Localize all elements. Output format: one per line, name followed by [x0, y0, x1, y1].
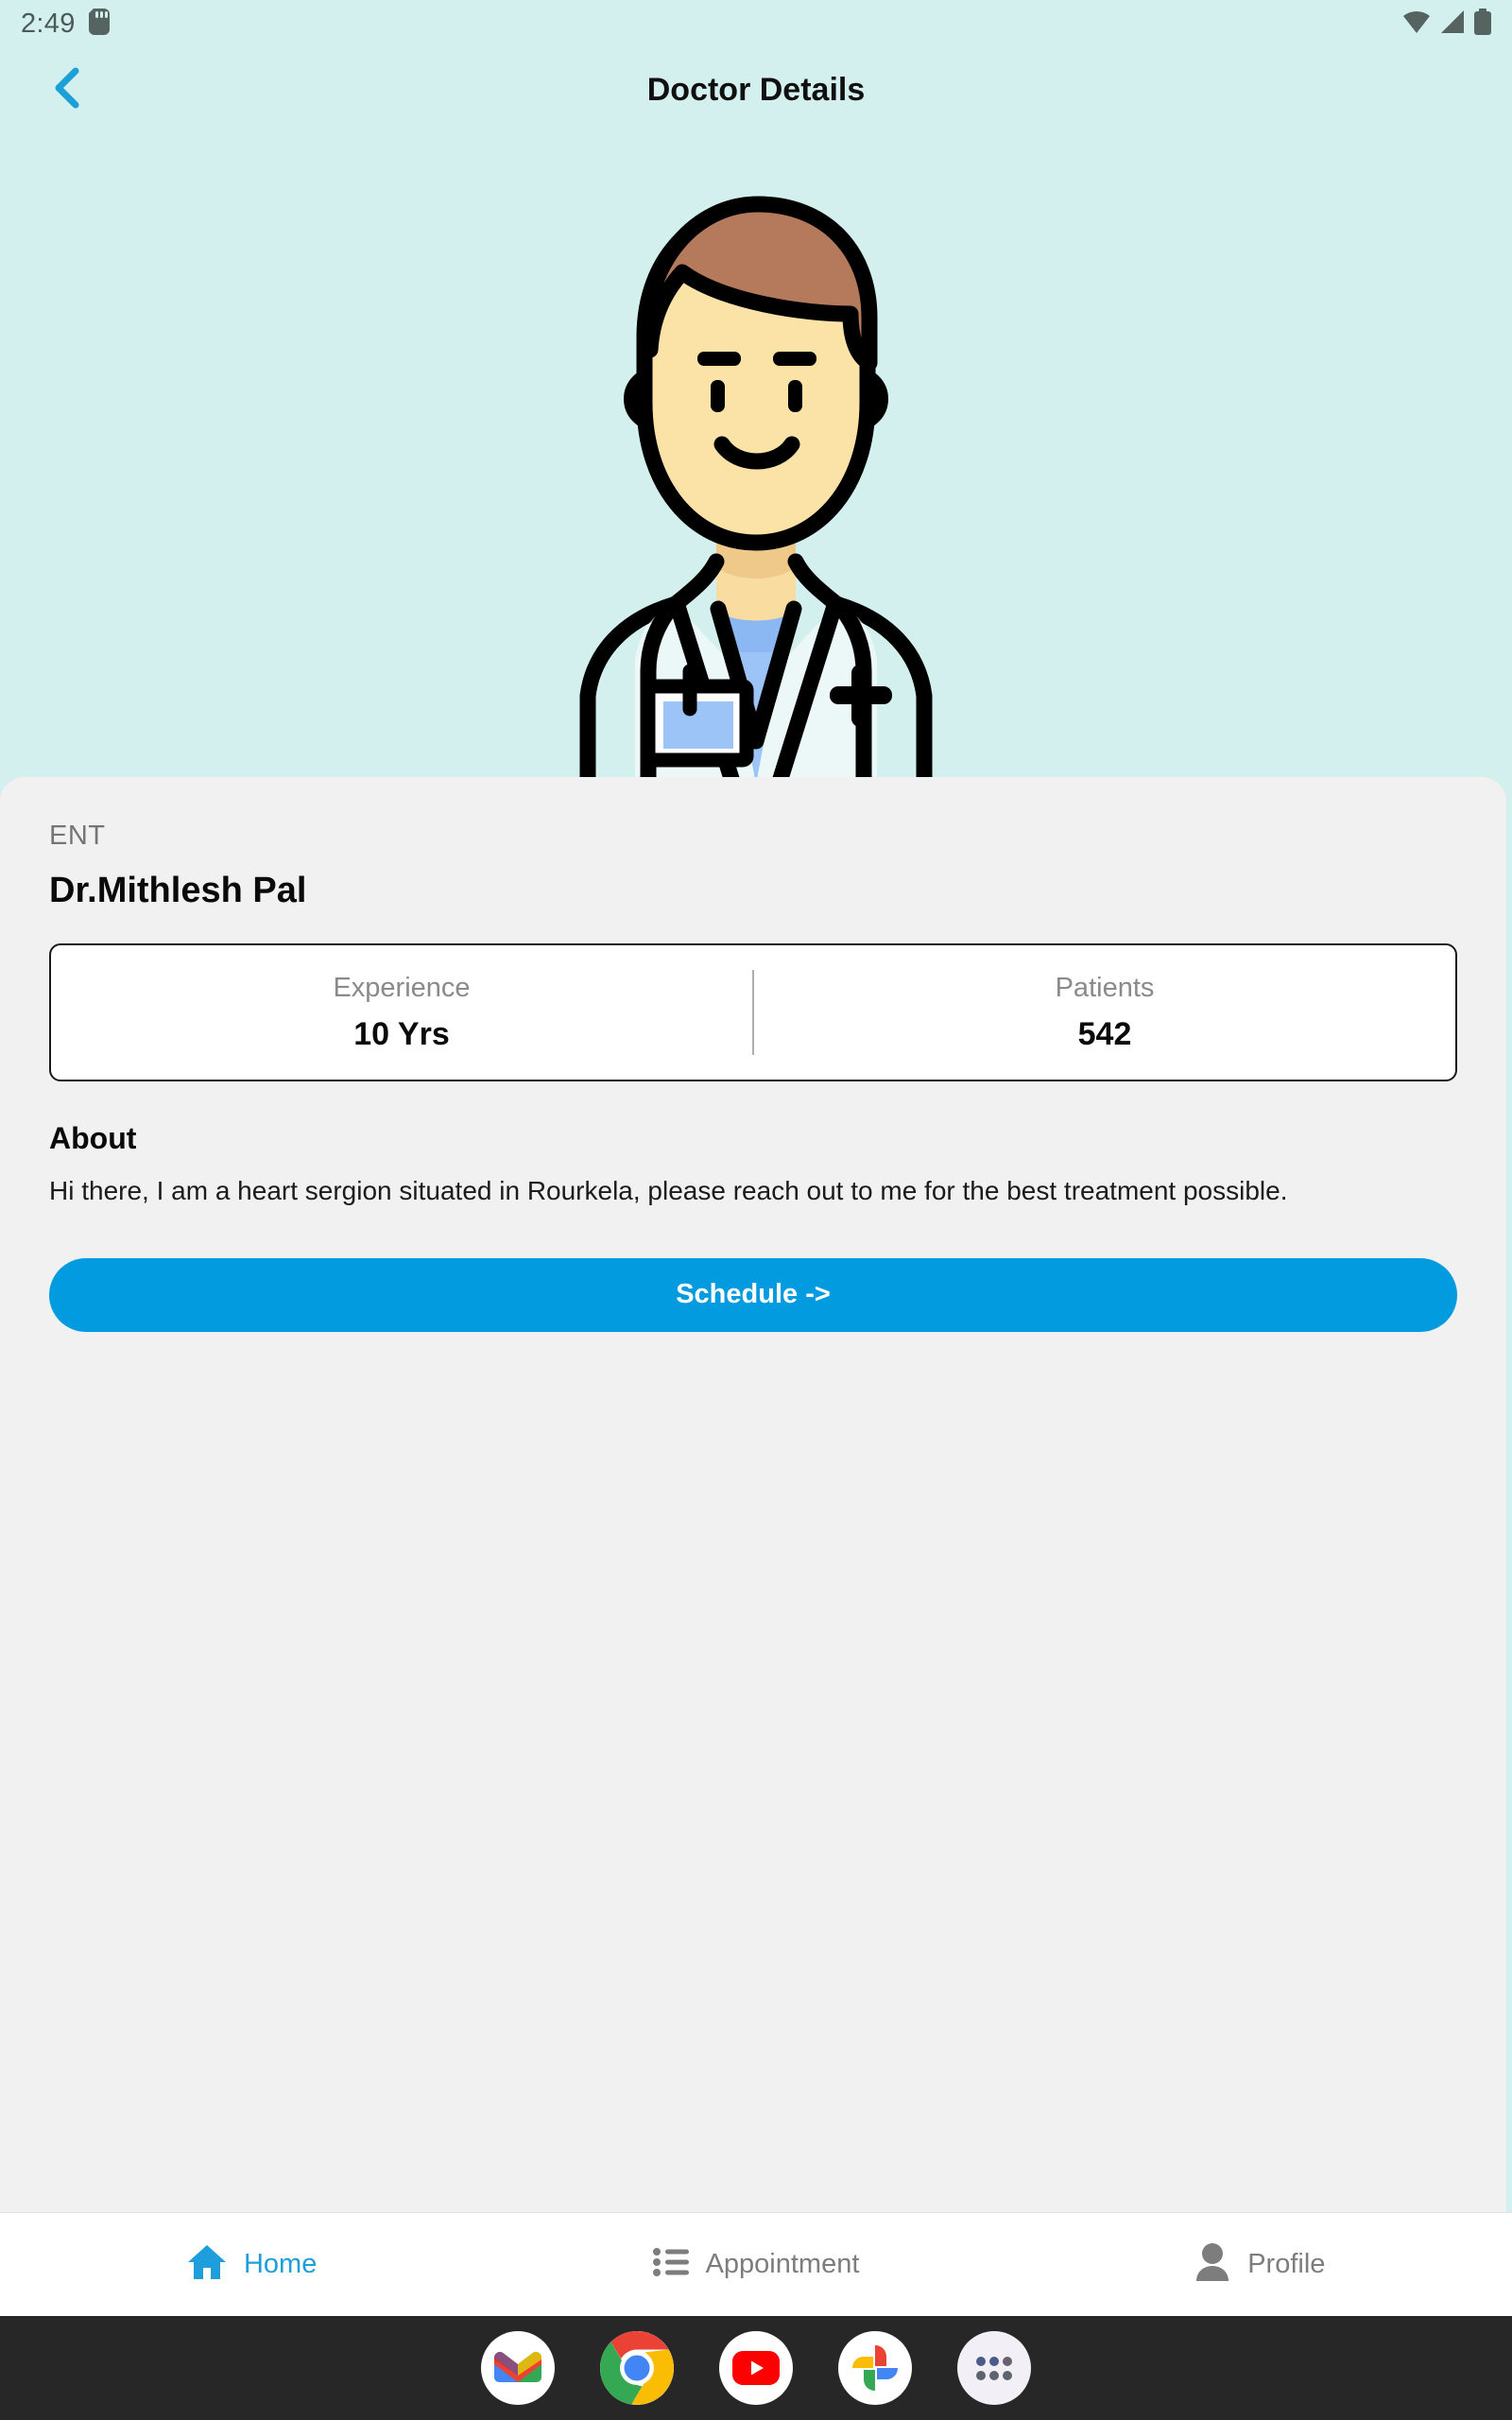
doctor-hero-image — [0, 132, 1512, 777]
nav-label-appointment: Appointment — [705, 2249, 860, 2279]
status-bar-left: 2:49 — [21, 8, 110, 40]
back-button[interactable] — [40, 63, 93, 116]
stat-patients: Patients 542 — [754, 945, 1455, 1080]
doctor-avatar-illustration — [579, 196, 933, 777]
stat-experience: Experience 10 Yrs — [51, 945, 752, 1080]
bottom-navigation-bar: Home Appointment Profile — [0, 2212, 1512, 2316]
sd-card-icon — [88, 8, 110, 40]
about-heading: About — [49, 1121, 137, 1155]
schedule-button[interactable]: Schedule -> — [49, 1257, 1457, 1332]
home-icon — [187, 2243, 227, 2286]
app-drawer-icon[interactable] — [957, 2331, 1031, 2405]
doctor-stats-card: Experience 10 Yrs Patients 542 — [49, 943, 1457, 1081]
android-dock — [0, 2316, 1512, 2420]
stat-experience-value: 10 Yrs — [353, 1015, 450, 1052]
stat-patients-value: 542 — [1077, 1015, 1132, 1052]
nav-label-profile: Profile — [1247, 2249, 1326, 2279]
gmail-icon[interactable] — [481, 2331, 555, 2405]
doctor-details-screen: 2:49 Doctor Details ENT Dr.Mithlesh Pal … — [0, 0, 1512, 2420]
nav-item-home[interactable]: Home — [0, 2213, 504, 2316]
status-bar: 2:49 — [0, 0, 1512, 47]
chrome-icon[interactable] — [600, 2331, 674, 2405]
doctor-specialty: ENT — [49, 821, 106, 851]
doctor-detail-card: ENT Dr.Mithlesh Pal Experience 10 Yrs Pa… — [0, 777, 1506, 2212]
status-bar-right — [1402, 8, 1491, 40]
list-icon — [652, 2247, 689, 2282]
app-bar: Doctor Details — [0, 47, 1512, 132]
status-bar-clock: 2:49 — [21, 8, 76, 39]
signal-icon — [1440, 9, 1465, 39]
nav-label-home: Home — [243, 2249, 318, 2279]
nav-item-appointment[interactable]: Appointment — [504, 2213, 1007, 2316]
nav-item-profile[interactable]: Profile — [1008, 2213, 1512, 2316]
page-title: Doctor Details — [646, 71, 866, 108]
google-photos-icon[interactable] — [838, 2331, 912, 2405]
person-icon — [1194, 2243, 1230, 2286]
stat-experience-label: Experience — [333, 972, 471, 1003]
doctor-name: Dr.Mithlesh Pal — [49, 871, 307, 910]
battery-icon — [1474, 8, 1491, 40]
about-description: Hi there, I am a heart sergion situated … — [49, 1176, 1288, 1205]
chevron-left-icon — [50, 66, 82, 114]
youtube-icon[interactable] — [719, 2331, 793, 2405]
stat-patients-label: Patients — [1055, 972, 1155, 1003]
wifi-icon — [1402, 9, 1431, 39]
